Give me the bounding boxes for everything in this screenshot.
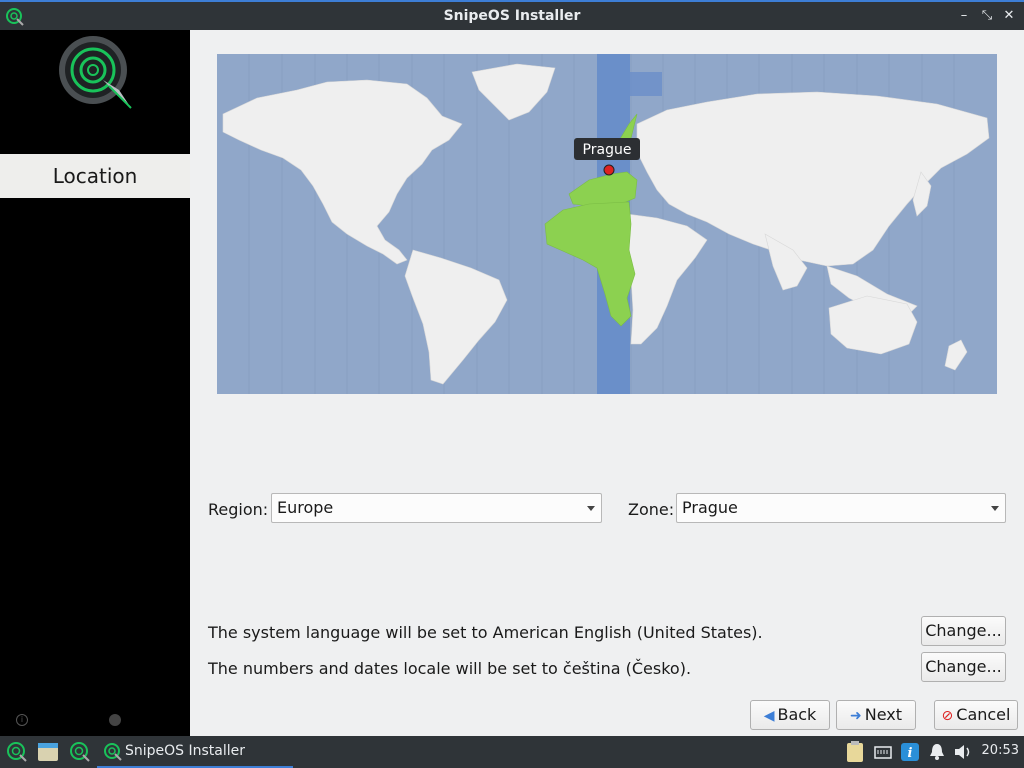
cancel-button[interactable]: ⊘ Cancel [934, 700, 1018, 730]
taskbar-task-installer[interactable]: SnipeOS Installer [97, 736, 293, 768]
bell-icon[interactable] [927, 740, 947, 764]
cancel-button-label: Cancel [956, 705, 1011, 724]
chevron-down-icon [587, 506, 595, 511]
taskbar-task-label: SnipeOS Installer [125, 743, 246, 759]
info-notification-icon[interactable]: i [900, 740, 920, 764]
volume-icon[interactable] [952, 740, 974, 764]
region-select[interactable]: Europe [271, 493, 602, 523]
minimize-icon[interactable]: – [954, 6, 974, 26]
chevron-down-icon [991, 506, 999, 511]
snipeos-logo [59, 36, 132, 109]
installer-sidebar: Location i [0, 30, 190, 736]
file-manager-icon[interactable] [37, 740, 59, 764]
zone-label: Zone: [628, 500, 675, 519]
window-title: SnipeOS Installer [443, 8, 581, 24]
svg-text:i: i [908, 746, 913, 761]
language-info-text: The system language will be set to Ameri… [208, 623, 763, 642]
about-icon[interactable]: i [16, 714, 28, 726]
city-marker-dot [603, 164, 615, 176]
region-label: Region: [208, 500, 269, 519]
network-icon[interactable] [873, 740, 893, 764]
installer-launcher-icon[interactable] [68, 740, 92, 764]
locale-info-text: The numbers and dates locale will be set… [208, 659, 692, 678]
close-icon[interactable]: ✕ [999, 6, 1019, 26]
arrow-right-icon: ➜ [849, 708, 862, 724]
clipboard-icon[interactable] [845, 740, 865, 764]
back-button-label: Back [777, 705, 817, 724]
snipeos-task-icon [104, 743, 122, 761]
next-button[interactable]: ➜ Next [836, 700, 916, 730]
change-language-button[interactable]: Change... [921, 616, 1006, 646]
debug-icon[interactable] [109, 714, 121, 726]
sidebar-step-location: Location [0, 154, 190, 198]
city-marker-label: Prague [583, 142, 632, 158]
region-select-value: Europe [277, 498, 334, 517]
window-titlebar[interactable]: SnipeOS Installer – ⤡ ✕ [0, 0, 1024, 30]
next-button-label: Next [864, 705, 902, 724]
arrow-left-icon: ◀ [763, 708, 775, 724]
zone-select-value: Prague [682, 498, 738, 517]
timezone-map[interactable]: Prague [217, 54, 997, 394]
taskbar: SnipeOS Installer i 20:53 [0, 736, 1024, 768]
zone-select[interactable]: Prague [676, 493, 1006, 523]
location-page: Prague Region: Europe Zone: Prague The s… [190, 30, 1024, 736]
world-map-svg: Prague [222, 54, 990, 394]
maximize-icon[interactable]: ⤡ [977, 6, 997, 26]
change-locale-button[interactable]: Change... [921, 652, 1006, 682]
taskbar-clock[interactable]: 20:53 [982, 743, 1019, 758]
start-menu-icon[interactable] [5, 740, 29, 764]
back-button[interactable]: ◀ Back [750, 700, 830, 730]
cancel-icon: ⊘ [941, 708, 954, 724]
